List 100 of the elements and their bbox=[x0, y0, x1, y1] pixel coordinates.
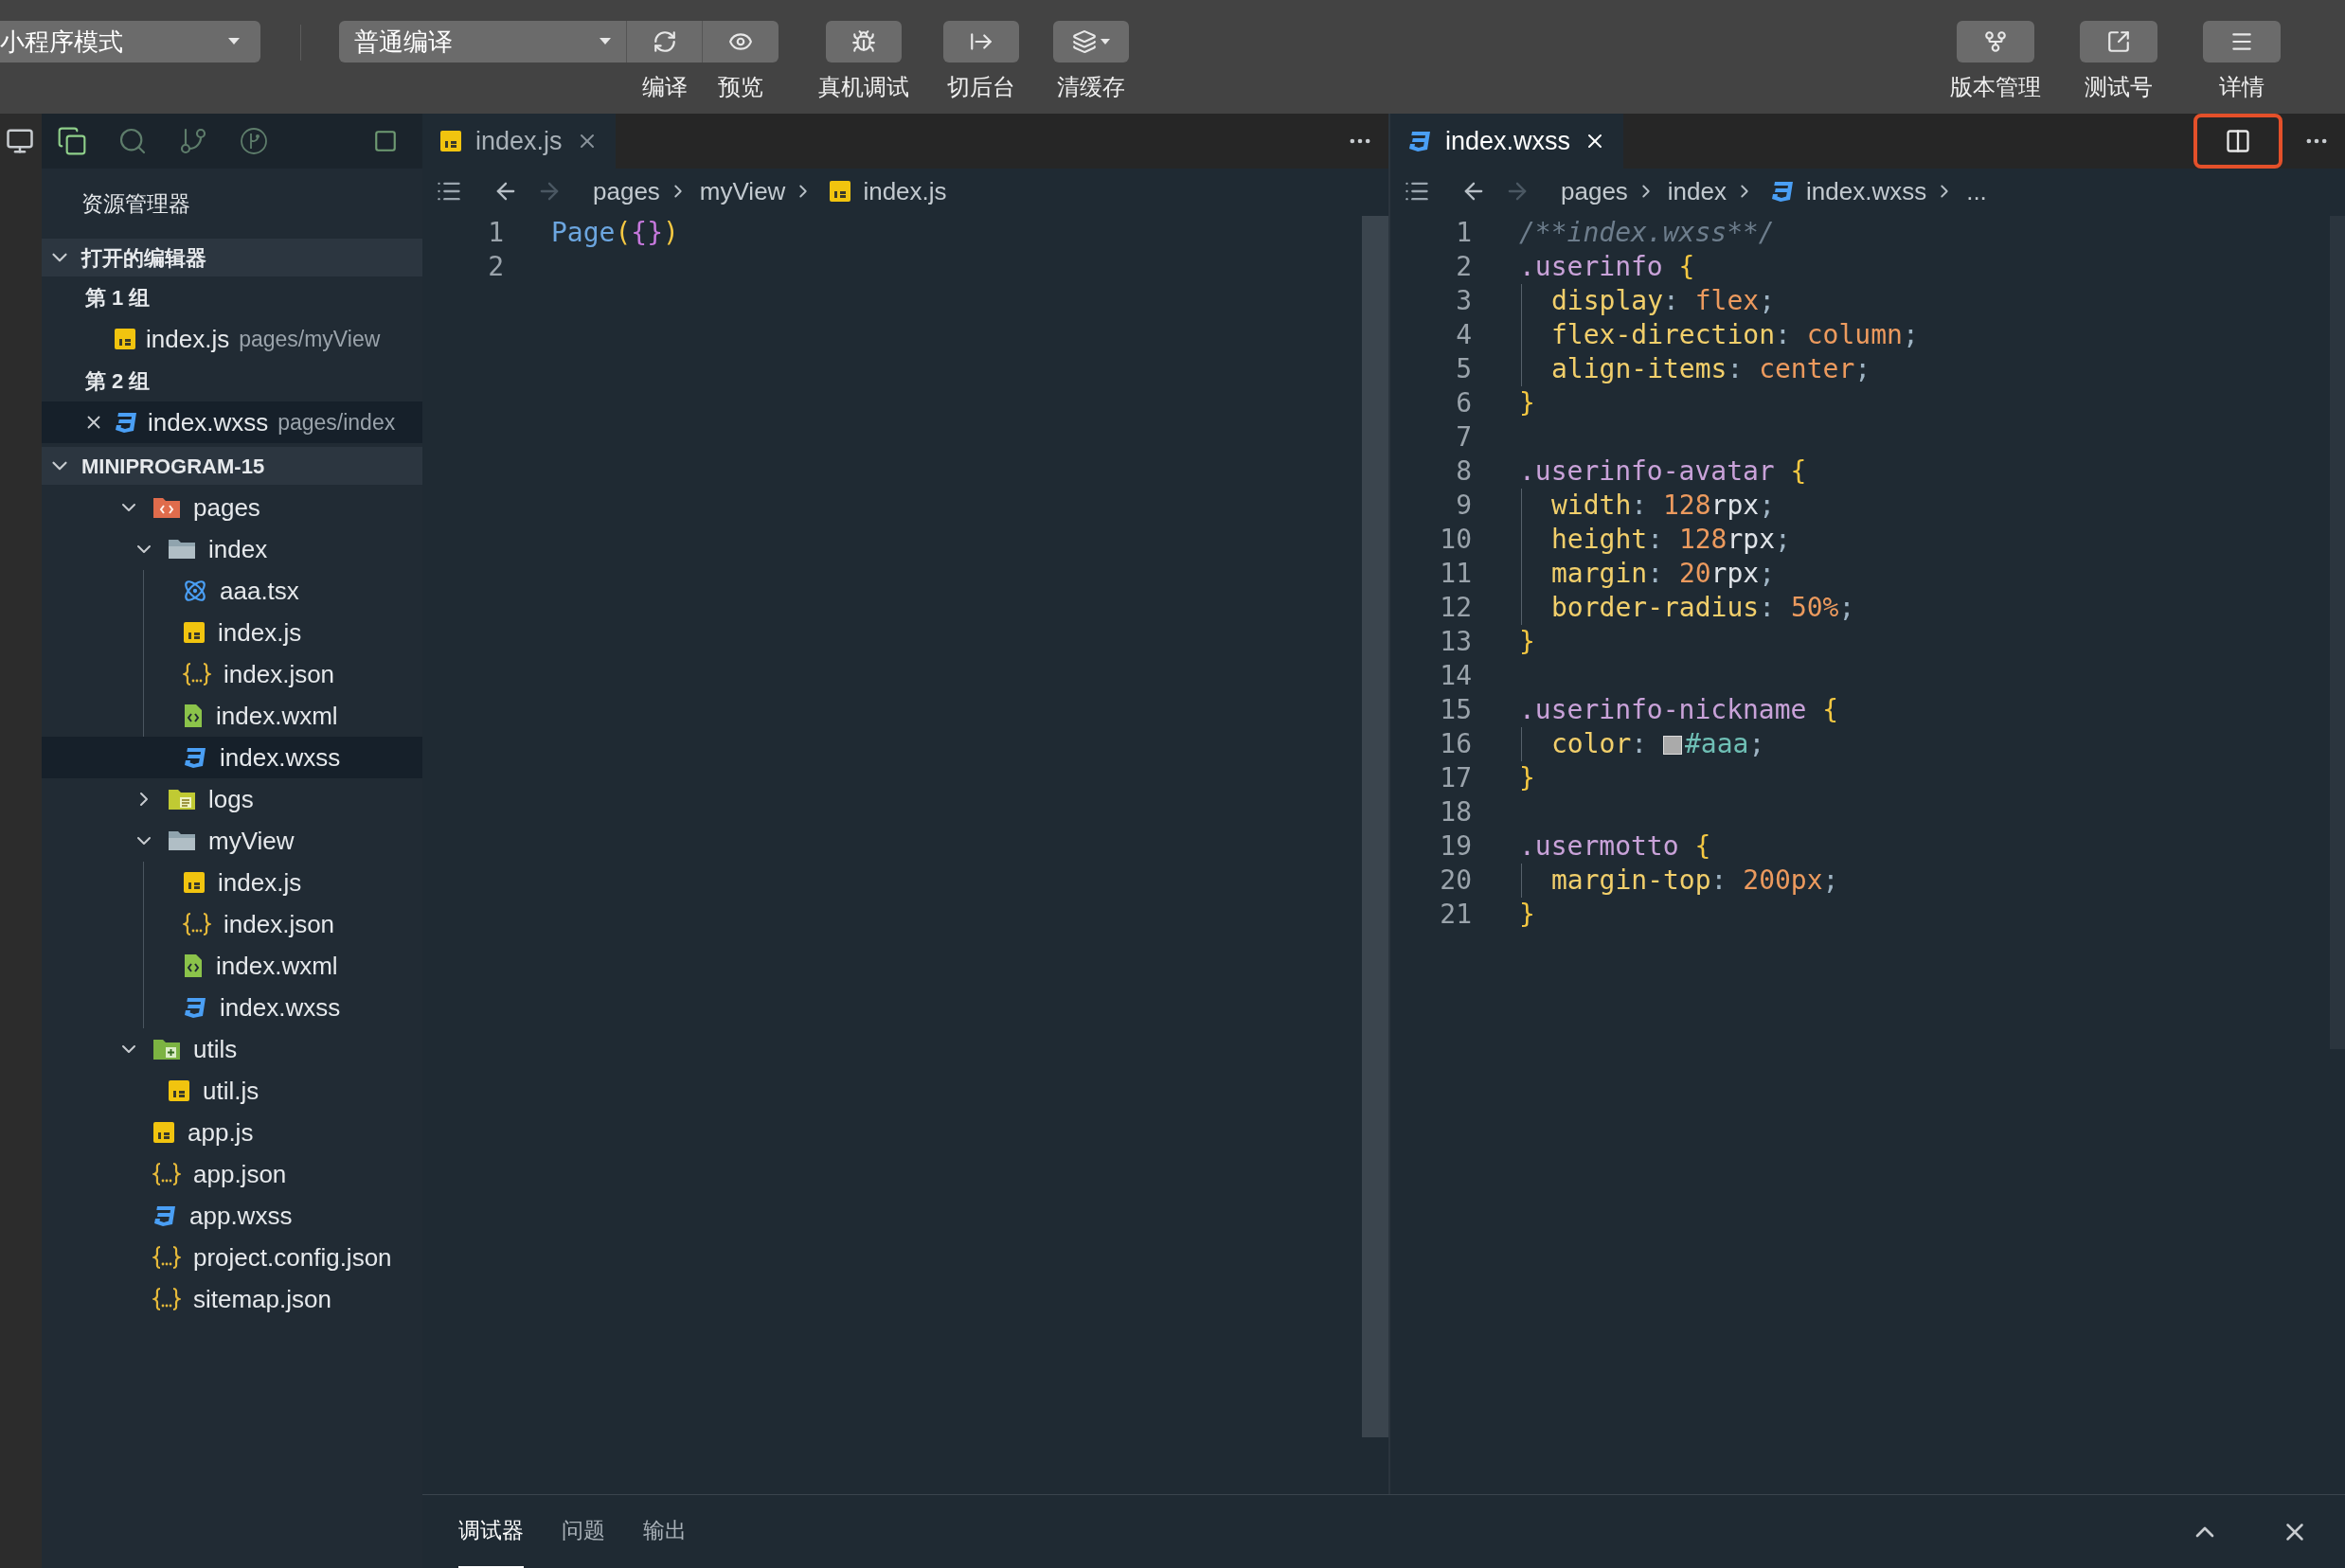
toolbar-button[interactable] bbox=[703, 21, 779, 62]
file-path: pages/myView bbox=[239, 325, 381, 353]
open-editor-item[interactable]: index.wxss pages/index bbox=[42, 401, 422, 443]
breadcrumb[interactable]: index.wxss bbox=[1806, 172, 1927, 210]
line-number: 8 bbox=[1455, 454, 1472, 489]
line-number: 3 bbox=[1455, 284, 1472, 318]
code-line: .userinfo-avatar { bbox=[1519, 454, 1807, 489]
line-number: 17 bbox=[1439, 761, 1472, 795]
js-file-icon bbox=[183, 621, 206, 644]
line-number: 7 bbox=[1455, 420, 1472, 454]
folder-icon bbox=[152, 495, 181, 520]
color-swatch[interactable] bbox=[1663, 736, 1682, 755]
split-editor-button[interactable] bbox=[2193, 114, 2282, 169]
file-name: util.js bbox=[203, 1075, 260, 1107]
breadcrumb[interactable]: myView bbox=[699, 172, 786, 210]
code-line: flex-direction: column; bbox=[1519, 318, 1919, 352]
file-name: index.wxss bbox=[148, 406, 269, 438]
code-line: /**index.wxss**/ bbox=[1519, 216, 1775, 250]
code-line: .usermotto { bbox=[1519, 829, 1711, 864]
panel-tab[interactable]: 调试器 bbox=[458, 1494, 524, 1568]
file-name: pages bbox=[193, 491, 260, 524]
toolbar-button[interactable] bbox=[2203, 21, 2281, 62]
toolbar-button[interactable] bbox=[943, 21, 1019, 62]
toolbar-label: 预览 bbox=[718, 73, 763, 101]
breadcrumb[interactable]: pages bbox=[1561, 172, 1628, 210]
folder-row[interactable]: pages bbox=[42, 487, 422, 528]
file-name: app.json bbox=[193, 1158, 287, 1190]
open-editor-item[interactable]: index.js pages/myView bbox=[42, 318, 422, 360]
file-row[interactable]: index.wxml bbox=[42, 945, 422, 987]
toolbar-label: 版本管理 bbox=[1950, 73, 2041, 101]
line-number: 15 bbox=[1439, 693, 1472, 727]
branch-icon[interactable] bbox=[178, 126, 208, 156]
file-row[interactable]: index.wxss bbox=[42, 987, 422, 1028]
file-row[interactable]: index.wxss bbox=[42, 737, 422, 778]
sidebar-title: 资源管理器 bbox=[81, 189, 191, 218]
breadcrumb[interactable]: ... bbox=[1966, 172, 1987, 210]
folder-icon bbox=[152, 1037, 181, 1061]
code-line: .userinfo { bbox=[1519, 250, 1695, 284]
compile-select[interactable]: 普通编译 bbox=[339, 21, 627, 62]
file-row[interactable]: aaa.tsx bbox=[42, 570, 422, 612]
line-number: 20 bbox=[1439, 864, 1472, 898]
bug-icon bbox=[851, 29, 876, 54]
editor-tab[interactable]: index.js bbox=[422, 114, 616, 169]
code-line: margin: 20 rpx; bbox=[1519, 557, 1776, 591]
file-row[interactable]: app.js bbox=[42, 1112, 422, 1153]
file-row[interactable]: app.wxss bbox=[42, 1195, 422, 1237]
code-line: align-items: center; bbox=[1519, 352, 1871, 386]
code-line: } bbox=[1519, 898, 1535, 932]
line-number: 5 bbox=[1455, 352, 1472, 386]
layers-icon bbox=[1072, 29, 1110, 54]
toolbar-button[interactable] bbox=[627, 21, 703, 62]
mode-select[interactable]: 小程序模式 bbox=[0, 21, 260, 62]
file-row[interactable]: index.wxml bbox=[42, 695, 422, 737]
file-row[interactable]: index.js bbox=[42, 862, 422, 903]
line-number: 19 bbox=[1439, 829, 1472, 864]
files-icon[interactable] bbox=[57, 126, 87, 156]
toolbar-label: 测试号 bbox=[2085, 73, 2153, 101]
line-number: 9 bbox=[1455, 489, 1472, 523]
toolbar-button[interactable] bbox=[826, 21, 902, 62]
section-header[interactable]: MINIPROGRAM-15 bbox=[42, 447, 422, 485]
monitor-icon[interactable] bbox=[6, 127, 34, 155]
folder-icon bbox=[168, 829, 196, 852]
file-row[interactable]: project.config.json bbox=[42, 1237, 422, 1278]
breadcrumb[interactable]: pages bbox=[593, 172, 660, 210]
editor-tab[interactable]: index.wxss bbox=[1390, 114, 1624, 169]
line-number: 2 bbox=[487, 250, 504, 284]
breadcrumb[interactable]: index bbox=[1667, 172, 1727, 210]
toolbar-button[interactable] bbox=[2080, 21, 2157, 62]
code-line: } bbox=[1519, 761, 1535, 795]
external-link-icon bbox=[2106, 29, 2131, 54]
file-name: app.js bbox=[188, 1116, 254, 1149]
file-row[interactable]: util.js bbox=[42, 1070, 422, 1112]
file-row[interactable]: sitemap.json bbox=[42, 1278, 422, 1320]
toolbar-button[interactable] bbox=[1957, 21, 2034, 62]
braces-icon bbox=[183, 912, 211, 936]
file-name: utils bbox=[193, 1033, 238, 1065]
circle-branch-icon[interactable] bbox=[239, 126, 269, 156]
code-line: color: #aaa; bbox=[1519, 727, 1765, 761]
folder-row[interactable]: logs bbox=[42, 778, 422, 820]
file-row[interactable]: index.json bbox=[42, 653, 422, 695]
folder-row[interactable]: myView bbox=[42, 820, 422, 862]
code-line: width: 128 rpx; bbox=[1519, 489, 1776, 523]
file-row[interactable]: index.js bbox=[42, 612, 422, 653]
section-header[interactable]: 打开的编辑器 bbox=[42, 239, 422, 276]
scrollbar[interactable] bbox=[1362, 216, 1388, 1437]
folder-row[interactable]: utils bbox=[42, 1028, 422, 1070]
breadcrumb[interactable]: index.js bbox=[863, 172, 947, 210]
panel-tab[interactable]: 问题 bbox=[562, 1494, 605, 1568]
caret-icon bbox=[228, 38, 240, 45]
line-number: 2 bbox=[1455, 250, 1472, 284]
file-row[interactable]: app.json bbox=[42, 1153, 422, 1195]
panel-tab[interactable]: 输出 bbox=[643, 1494, 687, 1568]
search-icon[interactable] bbox=[117, 126, 148, 156]
square-icon[interactable] bbox=[373, 129, 398, 153]
file-row[interactable]: index.json bbox=[42, 903, 422, 945]
braces-icon bbox=[152, 1162, 181, 1186]
folder-row[interactable]: index bbox=[42, 528, 422, 570]
js-file-icon bbox=[168, 1079, 190, 1102]
toolbar-button[interactable] bbox=[1053, 21, 1129, 62]
js-file-icon bbox=[439, 130, 462, 152]
